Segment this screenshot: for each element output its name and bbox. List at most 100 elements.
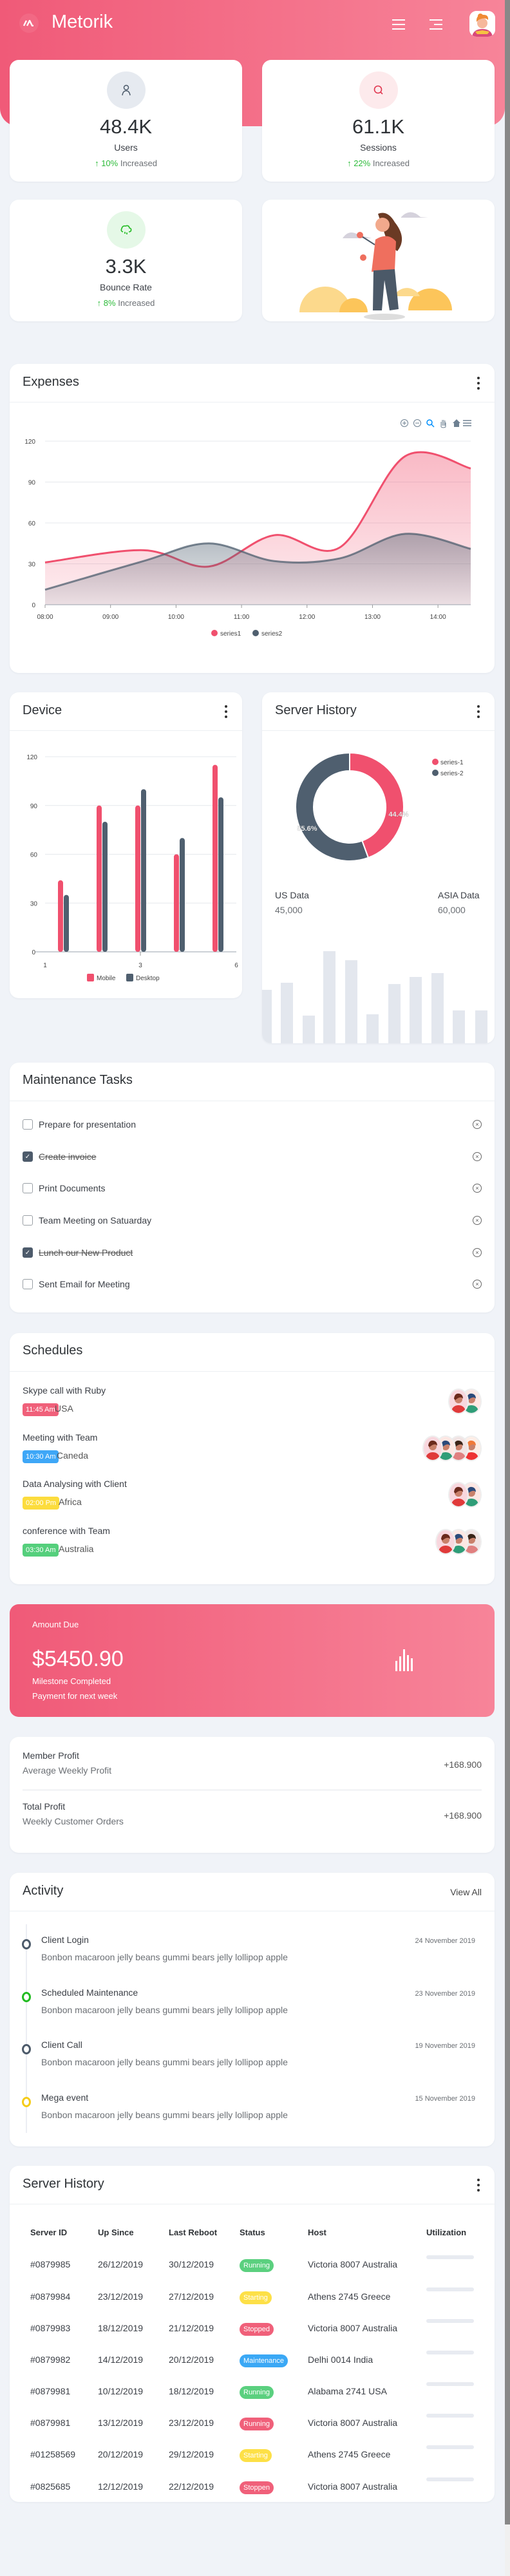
legend-label[interactable]: series2 [261, 630, 283, 638]
utilization-bar [426, 2382, 474, 2386]
last-reboot-cell: 23/12/2019 [169, 2418, 214, 2428]
total-profit-value: +168.900 [444, 1810, 482, 1821]
selection-zoom-icon[interactable] [426, 419, 435, 428]
background-bar [303, 1016, 315, 1043]
background-bar [475, 1010, 487, 1043]
activity-date: 15 November 2019 [415, 2095, 475, 2103]
user-avatar[interactable] [469, 11, 495, 37]
remove-task-icon[interactable]: × [473, 1152, 482, 1161]
profit-card: Member Profit Average Weekly Profit +168… [10, 1737, 495, 1853]
mobile-bar[interactable] [174, 854, 179, 952]
column-header: Utilization [426, 2228, 467, 2237]
host-cell: Victoria 8007 Australia [308, 2418, 398, 2428]
scrollbar-thumb[interactable] [505, 0, 510, 2524]
y-tick-label: 90 [28, 480, 36, 487]
schedules-card: Schedules Skype call with Ruby 11:45 Am US… [10, 1333, 495, 1584]
task-label: Sent Email for Meeting [39, 1279, 130, 1289]
stat-value: 3.3K [105, 255, 147, 278]
logo-icon[interactable]: M [19, 14, 39, 33]
attendee-avatars [448, 1482, 482, 1508]
task-checkbox[interactable]: ✓ [23, 1151, 33, 1162]
x-tick-label: 3 [138, 962, 142, 969]
schedule-title: conference with Team [23, 1526, 110, 1536]
legend-label[interactable]: series-2 [440, 770, 464, 777]
slice-data-label: 44.4% [388, 811, 408, 819]
server-donut-chart: 44.4% 55.6% series-1 series-2 [262, 752, 487, 1043]
task-label: Lunch our New Product [39, 1247, 133, 1258]
legend-marker[interactable] [432, 759, 439, 765]
background-bar [453, 1010, 465, 1043]
task-checkbox[interactable]: ✓ [23, 1247, 33, 1258]
legend-label[interactable]: Mobile [97, 975, 116, 982]
up-since-cell: 12/12/2019 [98, 2481, 144, 2492]
attendee-avatar[interactable] [448, 1388, 469, 1414]
background-bar [388, 984, 401, 1043]
attendee-avatar[interactable] [448, 1482, 469, 1508]
amount-due-card: Amount Due $5450.90 Milestone Completed … [10, 1604, 495, 1717]
card-title: Server History [23, 2177, 104, 2191]
utilization-bar [426, 2255, 474, 2259]
mobile-bar[interactable] [212, 764, 218, 952]
schedule-location: Australia [59, 1544, 94, 1554]
task-checkbox[interactable] [23, 1279, 33, 1289]
legend-label[interactable]: Desktop [136, 975, 160, 982]
legend-marker[interactable] [87, 974, 94, 981]
zoom-out-icon[interactable] [413, 419, 421, 427]
change-percent: 10% [101, 158, 118, 168]
legend-marker[interactable] [126, 974, 133, 981]
attendee-avatar[interactable] [422, 1435, 443, 1461]
task-checkbox[interactable] [23, 1215, 33, 1226]
x-tick-label: 1 [43, 962, 47, 969]
legend-marker[interactable] [252, 630, 259, 636]
remove-task-icon[interactable]: × [473, 1216, 482, 1225]
task-checkbox[interactable] [23, 1183, 33, 1193]
remove-task-icon[interactable]: × [473, 1248, 482, 1257]
desktop-bar[interactable] [218, 797, 223, 952]
schedule-location: USA [55, 1403, 73, 1414]
remove-task-icon[interactable]: × [473, 1280, 482, 1289]
zoom-in-icon[interactable] [401, 419, 408, 427]
remove-task-icon[interactable]: × [473, 1184, 482, 1193]
legend-marker[interactable] [211, 630, 218, 636]
hamburger-icon[interactable] [392, 19, 405, 30]
card-title: Maintenance Tasks [23, 1073, 133, 1087]
scrollbar-track[interactable] [505, 2524, 510, 2576]
up-since-cell: 14/12/2019 [98, 2354, 144, 2365]
schedule-time-badge: 02:00 Pm [23, 1497, 60, 1510]
last-reboot-cell: 29/12/2019 [169, 2449, 214, 2459]
more-options-icon[interactable] [477, 2179, 480, 2192]
status-badge: Maintenance [240, 2354, 288, 2367]
mobile-bar[interactable] [58, 880, 63, 952]
legend-label[interactable]: series1 [220, 630, 241, 638]
utilization-bar [426, 2414, 474, 2418]
align-right-icon[interactable] [430, 19, 442, 30]
server-id-cell: #0879984 [30, 2291, 71, 2302]
remove-task-icon[interactable]: × [473, 1120, 482, 1129]
desktop-bar[interactable] [180, 838, 185, 952]
status-badge: Running [240, 2418, 274, 2430]
mobile-bar[interactable] [135, 805, 140, 952]
utilization-bar [426, 2287, 474, 2291]
task-item: Sent Email for Meeting × [23, 1277, 482, 1291]
up-since-cell: 18/12/2019 [98, 2323, 144, 2333]
pan-icon[interactable] [440, 420, 446, 428]
server-id-cell: #0825685 [30, 2481, 71, 2492]
attendee-avatar[interactable] [435, 1529, 456, 1555]
legend-marker[interactable] [432, 770, 439, 776]
utilization-bar [426, 2351, 474, 2354]
desktop-bar[interactable] [102, 822, 108, 952]
expenses-card: Expenses 0 30 60 90 120 08:00 09:00 10:00 11:00 1… [10, 364, 495, 673]
desktop-bar[interactable] [64, 895, 69, 952]
reset-home-icon[interactable] [453, 419, 460, 427]
change-text: Increased [118, 298, 155, 308]
status-badge: Running [240, 2259, 274, 2272]
desktop-bar[interactable] [141, 789, 146, 952]
task-checkbox[interactable] [23, 1119, 33, 1130]
view-all-link[interactable]: View All [450, 1887, 482, 1897]
legend-label[interactable]: series-1 [440, 759, 464, 766]
task-label: Print Documents [39, 1183, 106, 1193]
attendee-avatars [448, 1388, 482, 1414]
mobile-bar[interactable] [97, 805, 102, 952]
up-since-cell: 23/12/2019 [98, 2291, 144, 2302]
menu-icon[interactable] [463, 420, 471, 426]
